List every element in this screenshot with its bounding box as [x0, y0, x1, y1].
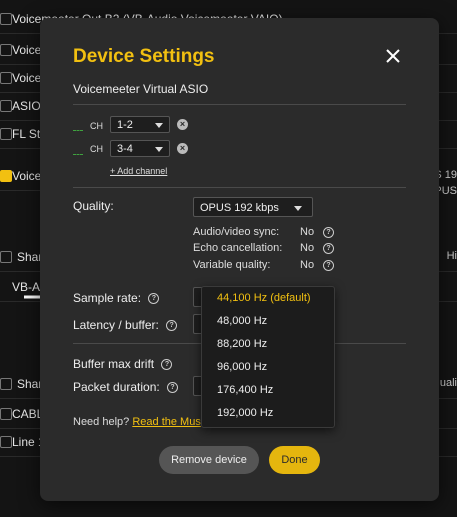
- need-help-text: Need help? Read the Mus: [73, 416, 201, 428]
- device-row-detail: uali: [439, 377, 457, 389]
- device-checkbox[interactable]: [0, 100, 12, 112]
- device-checkbox[interactable]: [0, 72, 12, 84]
- buffer-drift-label: Buffer max drift: [73, 357, 155, 371]
- av-sync-label: Audio/video sync:: [193, 226, 280, 238]
- chevron-down-icon: [294, 206, 302, 211]
- device-row-detail: Hi: [446, 250, 457, 262]
- quality-label: Quality:: [73, 199, 114, 213]
- help-link[interactable]: Read the Mus: [132, 416, 200, 428]
- remove-device-button[interactable]: Remove device: [159, 446, 259, 474]
- remove-channel-icon[interactable]: ×: [177, 143, 188, 154]
- channel-label: CH: [90, 144, 103, 154]
- device-checkbox[interactable]: [0, 378, 12, 390]
- sample-rate-option[interactable]: 88,200 Hz: [217, 338, 267, 350]
- latency-label: Latency / buffer:: [73, 318, 159, 332]
- sample-rate-label: Sample rate:: [73, 291, 142, 305]
- help-icon[interactable]: ?: [323, 260, 334, 271]
- help-icon[interactable]: ?: [166, 320, 178, 332]
- channel-select[interactable]: 3-4: [110, 140, 170, 157]
- help-icon[interactable]: ?: [323, 243, 334, 254]
- device-checkbox[interactable]: [0, 13, 12, 25]
- device-checkbox[interactable]: [0, 436, 12, 448]
- sample-rate-option[interactable]: 44,100 Hz (default): [217, 292, 311, 304]
- sample-rate-option[interactable]: 192,000 Hz: [217, 407, 273, 419]
- channel-select-value: 1-2: [117, 119, 133, 131]
- channel-label: CH: [90, 121, 103, 131]
- quality-select[interactable]: OPUS 192 kbps: [193, 197, 313, 217]
- help-icon[interactable]: ?: [161, 359, 173, 371]
- done-button[interactable]: Done: [269, 446, 320, 474]
- help-icon[interactable]: ?: [323, 227, 334, 238]
- device-checkbox[interactable]: [0, 408, 12, 420]
- chevron-down-icon: [155, 123, 163, 128]
- packet-duration-label: Packet duration:: [73, 380, 160, 394]
- help-icon[interactable]: ?: [148, 293, 160, 305]
- need-help-label: Need help?: [73, 416, 130, 428]
- level-meter: [73, 154, 83, 157]
- echo-cancellation-label: Echo cancellation:: [193, 242, 283, 254]
- sample-rate-option[interactable]: 176,400 Hz: [217, 384, 273, 396]
- sample-rate-label-row: Sample rate: ?: [73, 291, 160, 305]
- remove-channel-icon[interactable]: ×: [177, 119, 188, 130]
- packet-duration-label-row: Packet duration: ?: [73, 380, 179, 394]
- close-icon[interactable]: [383, 46, 403, 66]
- divider: [73, 104, 406, 105]
- dialog-title: Device Settings: [73, 46, 215, 67]
- echo-cancellation-value: No: [300, 242, 315, 254]
- divider: [73, 187, 406, 188]
- av-sync-value: No: [300, 226, 315, 238]
- device-checkbox[interactable]: [0, 44, 12, 56]
- buffer-drift-label-row: Buffer max drift ?: [73, 357, 173, 371]
- device-name: Voicemeeter Virtual ASIO: [73, 82, 209, 96]
- latency-label-row: Latency / buffer: ?: [73, 318, 178, 332]
- sample-rate-option[interactable]: 96,000 Hz: [217, 361, 267, 373]
- level-meter: [73, 130, 83, 133]
- chevron-down-icon: [155, 147, 163, 152]
- channel-select-value: 3-4: [117, 143, 133, 155]
- device-settings-dialog: Device Settings Voicemeeter Virtual ASIO…: [40, 18, 439, 501]
- add-channel-link[interactable]: + Add channel: [110, 166, 167, 176]
- device-checkbox[interactable]: [0, 251, 12, 263]
- channel-select[interactable]: 1-2: [110, 116, 170, 133]
- quality-select-value: OPUS 192 kbps: [200, 202, 279, 214]
- sample-rate-dropdown: 44,100 Hz (default) 48,000 Hz 88,200 Hz …: [201, 286, 335, 428]
- device-checkbox[interactable]: [0, 128, 12, 140]
- sample-rate-option[interactable]: 48,000 Hz: [217, 315, 267, 327]
- variable-quality-value: No: [300, 259, 315, 271]
- variable-quality-label: Variable quality:: [193, 259, 271, 271]
- help-icon[interactable]: ?: [167, 382, 179, 394]
